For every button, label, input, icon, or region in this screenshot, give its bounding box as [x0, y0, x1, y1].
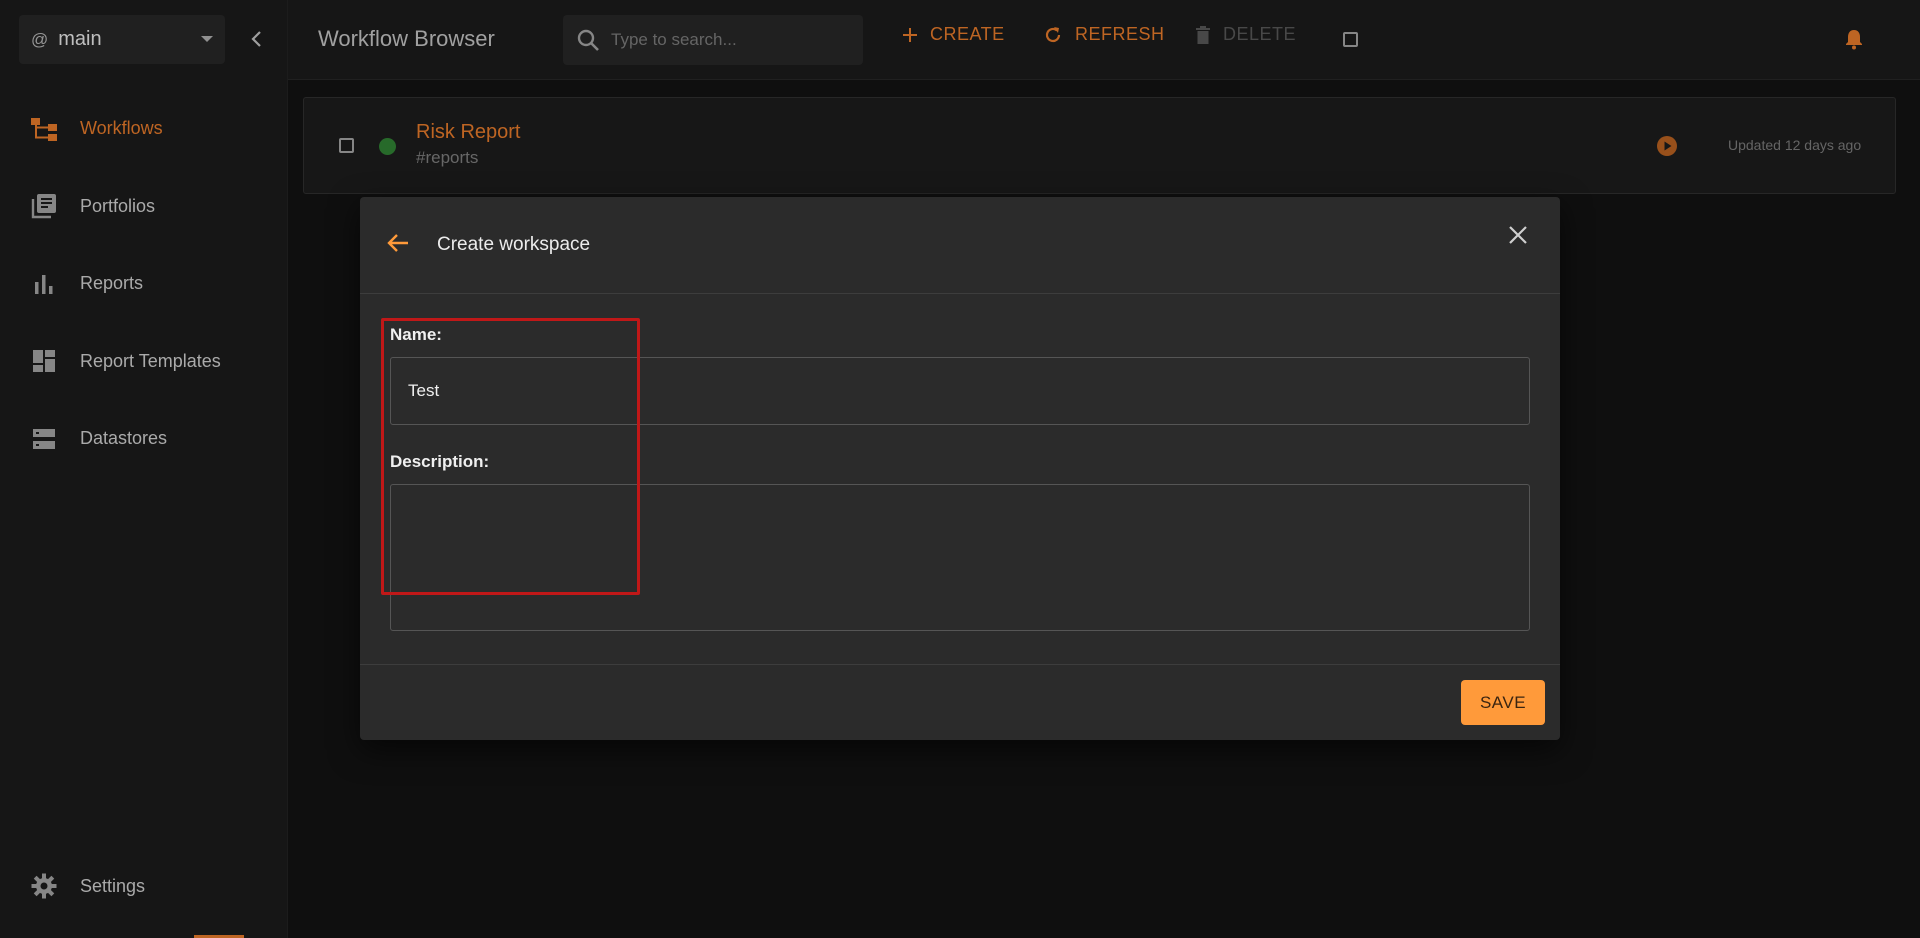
save-button[interactable]: SAVE: [1461, 680, 1545, 725]
close-icon: [1509, 226, 1527, 244]
name-field[interactable]: [390, 357, 1530, 425]
dialog-footer: SAVE: [360, 664, 1560, 740]
back-button[interactable]: [387, 233, 409, 258]
close-button[interactable]: [1508, 225, 1528, 250]
name-label: Name:: [390, 325, 442, 344]
dialog-title: Create workspace: [437, 234, 591, 255]
description-label: Description:: [390, 452, 490, 471]
create-workspace-dialog: Create workspace Name: Description: SAVE: [360, 197, 1560, 740]
dialog-header: Create workspace: [360, 197, 1560, 294]
description-field[interactable]: [390, 484, 1530, 631]
arrow-left-icon: [387, 234, 408, 252]
